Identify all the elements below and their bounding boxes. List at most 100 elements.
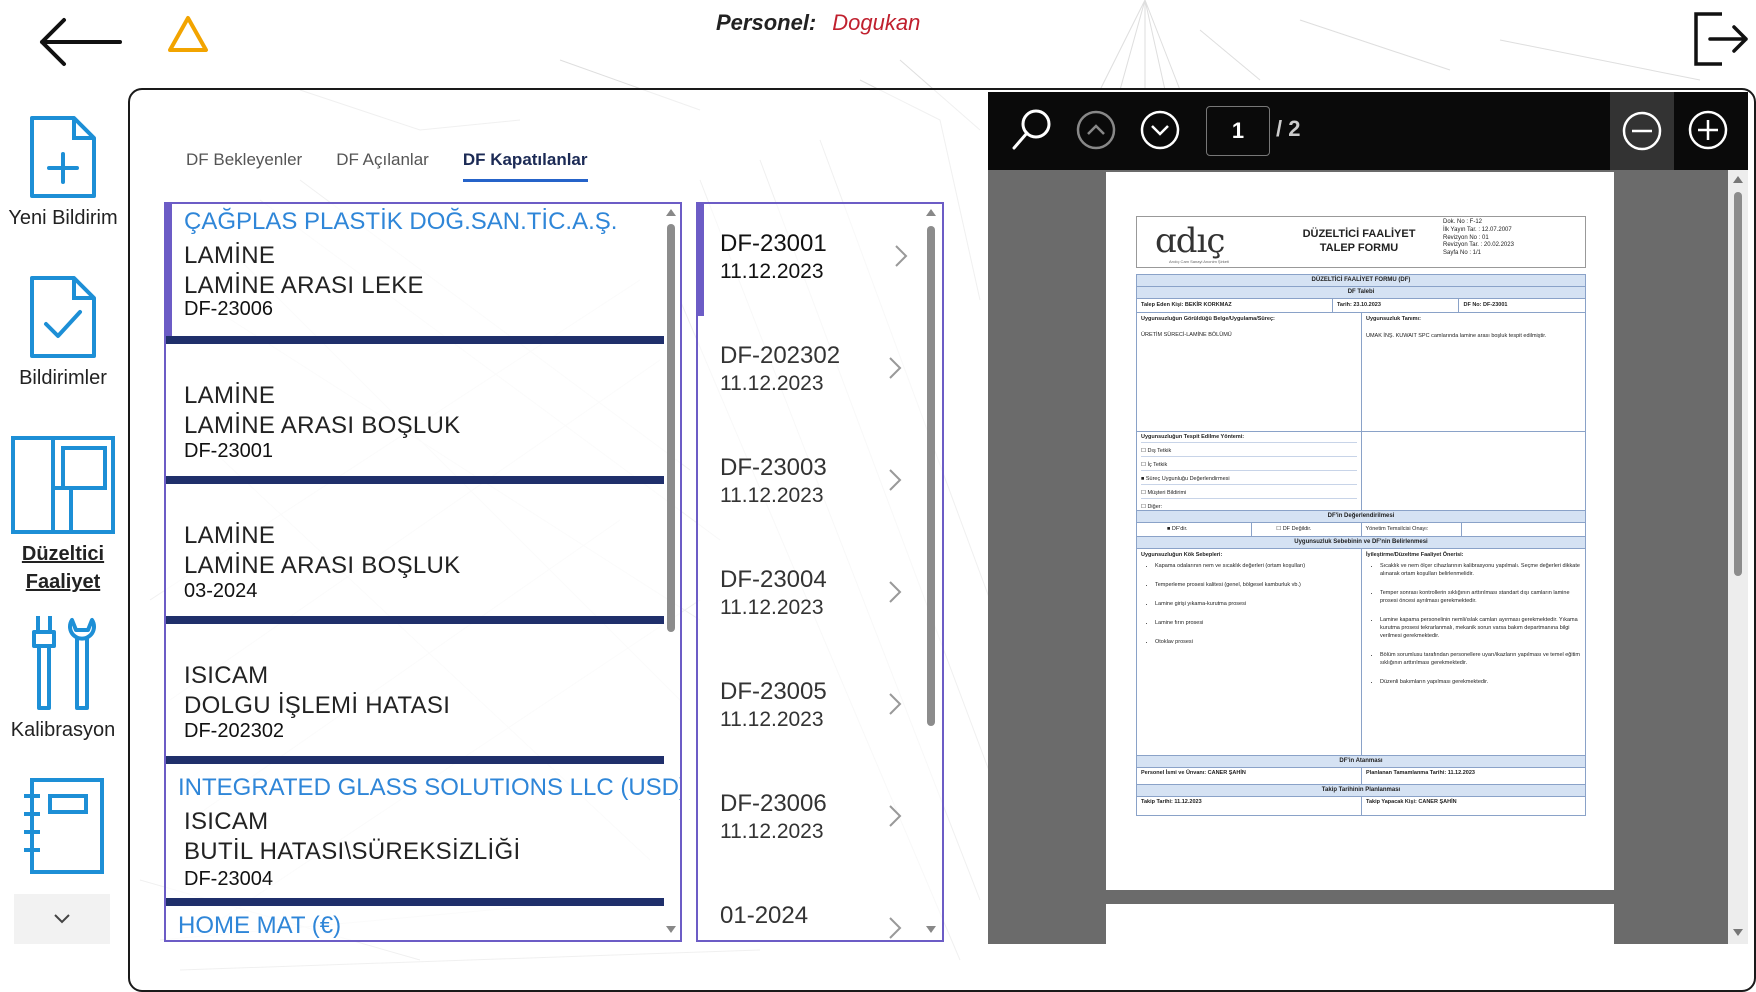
personel-label: Personel: [716,10,817,35]
record-separator [166,336,664,344]
company-name: INTEGRATED GLASS SOLUTIONS LLC (USD) [178,774,682,801]
layout-panels-icon [11,436,115,534]
df-date: 11.12.2023 [720,820,824,843]
df-records-list[interactable]: ÇAĞPLAS PLASTİK DOĞ.SAN.TİC.A.Ş. LAMİNE … [164,202,682,942]
section-sebep: Uygunsuzluk Sebebinin ve DF'nin Belirlen… [1137,537,1585,549]
chevron-up-circle-icon [1076,110,1116,150]
record-category: LAMİNE [184,382,276,409]
sidebar-item-label: Yeni Bildirim [8,207,118,229]
scroll-down-icon [666,926,676,933]
list-item[interactable]: 01-2024 [698,876,924,940]
df-code-list[interactable]: DF-23001 11.12.2023 DF-202302 11.12.2023… [696,202,944,942]
sidebar-more-button[interactable] [14,894,110,944]
doc-header: ɑdıç Arıdıç Cam Sanayi Anonim Şirketi DÜ… [1136,216,1586,268]
personel-info: Personel: Dogukan [716,10,920,36]
list-item[interactable]: DF-23004 11.12.2023 [698,540,924,652]
list-item[interactable]: DF-23003 11.12.2023 [698,428,924,540]
pdf-viewer: / 2 ɑdıç Arıdıç Cam Sanayi Anonim Şirket… [988,92,1748,944]
record-description: DOLGU İŞLEMİ HATASI [184,692,451,719]
tespit-row: Uygunsuzluğun Tespit Edilme Yöntemi: ☐ D… [1137,432,1585,511]
df-code: DF-23005 [720,678,827,705]
record-description: BUTİL HATASI\SÜREKSİZLİĞİ [184,838,521,865]
section-takip: Takip Tarihinin Planlanması [1137,785,1585,797]
warning-icon[interactable] [166,14,210,54]
back-button[interactable] [36,12,126,72]
notebook-icon [24,778,104,874]
chevron-right-icon [889,357,902,379]
sidebar-item-yeni-bildirim[interactable]: Yeni Bildirim [0,114,126,232]
logout-button[interactable] [1692,8,1750,68]
scroll-thumb[interactable] [927,226,935,726]
search-icon [1012,109,1051,150]
scroll-thumb[interactable] [667,224,675,632]
chevron-right-icon [889,469,902,491]
scroll-down-icon [1733,929,1743,936]
record-description: LAMİNE ARASI BOŞLUK [184,412,461,439]
section-degerlendirme: DF'in Değerlendirilmesi [1137,511,1585,523]
list-item[interactable]: INTEGRATED GLASS SOLUTIONS LLC (USD) ISI… [166,764,680,898]
pdf-scrollbar[interactable] [1728,170,1748,944]
company-name[interactable]: HOME MAT (€) [178,912,341,940]
record-description: LAMİNE ARASI LEKE [184,272,424,299]
pdf-page: ɑdıç Arıdıç Cam Sanayi Anonim Şirketi DÜ… [1106,172,1614,890]
scroll-up-icon [1733,176,1743,183]
pdf-page-2 [1106,904,1614,944]
doc-form-body: DÜZELTİCİ FAALİYET FORMU (DF) DF Talebi … [1136,274,1586,816]
tools-icon [32,616,96,710]
sidebar-item-label: Bildirimler [19,367,107,389]
list-item[interactable]: LAMİNE LAMİNE ARASI BOŞLUK 03-2024 [166,484,664,618]
sidebar-item-kalibrasyon[interactable]: Kalibrasyon [0,612,126,744]
record-code: 03-2024 [184,580,258,602]
list-item[interactable]: DF-23001 11.12.2023 [698,204,930,316]
scroll-up-icon [666,209,676,216]
record-code: DF-23001 [184,440,273,462]
record-separator [166,756,664,764]
sidebar-item-duzeltici-faaliyet[interactable]: Düzeltici Faaliyet [0,434,126,596]
scroll-thumb[interactable] [1734,192,1742,576]
section-atanma: DF'in Atanması [1137,756,1585,768]
list-item[interactable]: DF-202302 11.12.2023 [698,316,924,428]
list-item[interactable]: DF-23005 11.12.2023 [698,652,924,764]
record-category: ISICAM [184,662,269,689]
talep-row: Talep Eden Kişi: BEKİR KORKMAZ Tarih: 23… [1137,299,1585,313]
records-scrollbar[interactable] [664,204,678,940]
section-df-talebi: DF Talebi [1137,287,1585,299]
takip-row: Takip Tarihi: 11.12.2023 Takip Yapacak K… [1137,797,1585,815]
checked-document-icon [30,276,96,358]
zoom-in-button[interactable] [1684,106,1732,154]
record-category: ISICAM [184,808,269,835]
df-form-document: ɑdıç Arıdıç Cam Sanayi Anonim Şirketi DÜ… [1136,216,1586,816]
df-date: 11.12.2023 [720,708,824,731]
page-number-input[interactable] [1206,106,1270,156]
sidebar-item-bildirimler[interactable]: Bildirimler [0,274,126,392]
tab-bar: DF Bekleyenler DF Açılanlar DF Kapatılan… [186,150,622,182]
list-item[interactable]: LAMİNE LAMİNE ARASI BOŞLUK DF-23001 [166,344,664,478]
next-page-button[interactable] [1136,106,1184,154]
back-arrow-icon [40,18,122,66]
tab-df-acilanlar[interactable]: DF Açılanlar [336,150,429,182]
tab-df-kapatilanlar[interactable]: DF Kapatılanlar [462,150,588,182]
df-date: 11.12.2023 [720,484,824,507]
doc-meta: Dok. No : F-12 İlk Yayın Tar. : 12.07.20… [1443,219,1514,257]
df-list-scrollbar[interactable] [924,204,938,940]
list-item[interactable]: ÇAĞPLAS PLASTİK DOĞ.SAN.TİC.A.Ş. LAMİNE … [166,204,670,338]
chevron-right-icon [889,917,902,939]
zoom-in-icon [1688,110,1728,150]
sidebar-item-notebook[interactable] [0,776,126,876]
record-category: LAMİNE [184,522,276,549]
record-code: DF-23006 [184,298,273,320]
atanma-row: Personel İsmi ve Ünvanı: CANER ŞAHİN Pla… [1137,768,1585,785]
list-item[interactable]: DF-23006 11.12.2023 [698,764,924,876]
zoom-out-button[interactable] [1610,92,1674,170]
search-button[interactable] [1008,106,1056,154]
tab-df-bekleyenler[interactable]: DF Bekleyenler [186,150,302,182]
chevron-down-circle-icon [1140,110,1180,150]
logout-icon [1694,12,1748,66]
df-code: DF-23006 [720,790,827,817]
list-item[interactable]: ISICAM DOLGU İŞLEMİ HATASI DF-202302 [166,624,664,758]
df-date: 11.12.2023 [720,596,824,619]
degerlendirme-row: ■ DF'dir. ☐ DF Değildir. Yönetim Temsilc… [1137,523,1585,537]
page-total: / 2 [1276,116,1301,141]
df-code: 01-2024 [720,902,809,929]
previous-page-button[interactable] [1072,106,1120,154]
